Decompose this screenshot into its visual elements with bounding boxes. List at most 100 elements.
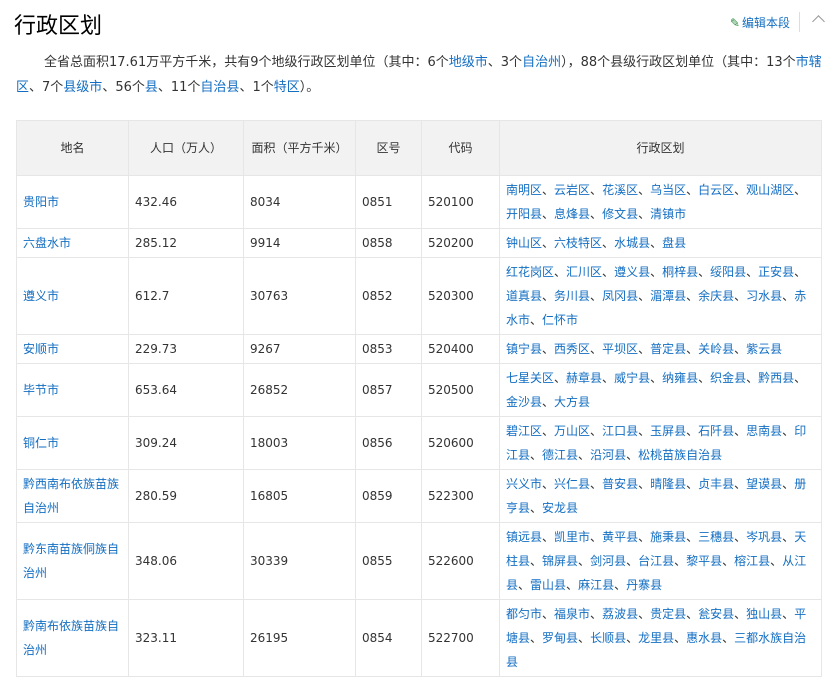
region-name-link[interactable]: 黔东南苗族侗族自治州 bbox=[23, 542, 119, 580]
division-link[interactable]: 兴义市 bbox=[506, 477, 542, 491]
division-link[interactable]: 安龙县 bbox=[542, 501, 578, 515]
region-name-link[interactable]: 黔西南布依族苗族自治州 bbox=[23, 477, 119, 515]
region-name-link[interactable]: 遵义市 bbox=[23, 289, 59, 303]
division-link[interactable]: 钟山区 bbox=[506, 236, 542, 250]
division-link[interactable]: 汇川区 bbox=[566, 265, 602, 279]
division-link[interactable]: 独山县 bbox=[746, 607, 782, 621]
division-link[interactable]: 七星关区 bbox=[506, 371, 554, 385]
division-link[interactable]: 麻江县 bbox=[578, 578, 614, 592]
division-link[interactable]: 剑河县 bbox=[590, 554, 626, 568]
division-link[interactable]: 福泉市 bbox=[554, 607, 590, 621]
division-link[interactable]: 盘县 bbox=[662, 236, 686, 250]
division-link[interactable]: 镇宁县 bbox=[506, 342, 542, 356]
link-special-district[interactable]: 特区 bbox=[274, 80, 300, 95]
division-link[interactable]: 台江县 bbox=[638, 554, 674, 568]
division-link[interactable]: 湄潭县 bbox=[650, 289, 686, 303]
collapse-chevron-up-icon[interactable] bbox=[812, 12, 826, 26]
division-link[interactable]: 贞丰县 bbox=[698, 477, 734, 491]
division-link[interactable]: 荔波县 bbox=[602, 607, 638, 621]
division-link[interactable]: 威宁县 bbox=[614, 371, 650, 385]
division-link[interactable]: 纳雍县 bbox=[662, 371, 698, 385]
division-link[interactable]: 丹寨县 bbox=[626, 578, 662, 592]
division-link[interactable]: 观山湖区 bbox=[746, 183, 794, 197]
division-link[interactable]: 锦屏县 bbox=[542, 554, 578, 568]
division-link[interactable]: 石阡县 bbox=[698, 424, 734, 438]
division-link[interactable]: 水城县 bbox=[614, 236, 650, 250]
division-link[interactable]: 绥阳县 bbox=[710, 265, 746, 279]
region-name-link[interactable]: 毕节市 bbox=[23, 383, 59, 397]
division-link[interactable]: 赫章县 bbox=[566, 371, 602, 385]
division-link[interactable]: 织金县 bbox=[710, 371, 746, 385]
division-link[interactable]: 岑巩县 bbox=[746, 530, 782, 544]
division-link[interactable]: 金沙县 bbox=[506, 395, 542, 409]
division-link[interactable]: 息烽县 bbox=[554, 207, 590, 221]
division-link[interactable]: 德江县 bbox=[542, 448, 578, 462]
division-link[interactable]: 西秀区 bbox=[554, 342, 590, 356]
division-link[interactable]: 务川县 bbox=[554, 289, 590, 303]
division-link[interactable]: 道真县 bbox=[506, 289, 542, 303]
division-link[interactable]: 清镇市 bbox=[650, 207, 686, 221]
edit-section-button[interactable]: ✎ 编辑本段 bbox=[730, 14, 790, 31]
division-link[interactable]: 沿河县 bbox=[590, 448, 626, 462]
division-link[interactable]: 仁怀市 bbox=[542, 313, 578, 327]
link-prefecture-city[interactable]: 地级市 bbox=[449, 55, 488, 70]
division-link[interactable]: 黎平县 bbox=[686, 554, 722, 568]
division-link[interactable]: 江口县 bbox=[602, 424, 638, 438]
division-link[interactable]: 白云区 bbox=[698, 183, 734, 197]
region-name-link[interactable]: 六盘水市 bbox=[23, 236, 71, 250]
division-link[interactable]: 晴隆县 bbox=[650, 477, 686, 491]
division-link[interactable]: 桐梓县 bbox=[662, 265, 698, 279]
link-county[interactable]: 县 bbox=[145, 80, 158, 95]
division-link[interactable]: 龙里县 bbox=[638, 631, 674, 645]
division-link[interactable]: 罗甸县 bbox=[542, 631, 578, 645]
division-link[interactable]: 南明区 bbox=[506, 183, 542, 197]
division-link[interactable]: 黔西县 bbox=[758, 371, 794, 385]
region-name-link[interactable]: 黔南布依族苗族自治州 bbox=[23, 619, 119, 657]
division-link[interactable]: 施秉县 bbox=[650, 530, 686, 544]
division-link[interactable]: 榕江县 bbox=[734, 554, 770, 568]
division-link[interactable]: 普定县 bbox=[650, 342, 686, 356]
division-link[interactable]: 紫云县 bbox=[746, 342, 782, 356]
region-name-link[interactable]: 安顺市 bbox=[23, 342, 59, 356]
division-link[interactable]: 思南县 bbox=[746, 424, 782, 438]
division-link[interactable]: 云岩区 bbox=[554, 183, 590, 197]
division-link[interactable]: 关岭县 bbox=[698, 342, 734, 356]
division-link[interactable]: 凤冈县 bbox=[602, 289, 638, 303]
division-link[interactable]: 平坝区 bbox=[602, 342, 638, 356]
division-link[interactable]: 望谟县 bbox=[746, 477, 782, 491]
division-link[interactable]: 遵义县 bbox=[614, 265, 650, 279]
division-link[interactable]: 瓮安县 bbox=[698, 607, 734, 621]
division-link[interactable]: 普安县 bbox=[602, 477, 638, 491]
division-link[interactable]: 红花岗区 bbox=[506, 265, 554, 279]
region-name-link[interactable]: 铜仁市 bbox=[23, 436, 59, 450]
division-link[interactable]: 花溪区 bbox=[602, 183, 638, 197]
division-link[interactable]: 三穗县 bbox=[698, 530, 734, 544]
division-link[interactable]: 惠水县 bbox=[686, 631, 722, 645]
division-link[interactable]: 长顺县 bbox=[590, 631, 626, 645]
division-link[interactable]: 正安县 bbox=[758, 265, 794, 279]
division-link[interactable]: 开阳县 bbox=[506, 207, 542, 221]
divisions-cell: 钟山区、六枝特区、水城县、盘县 bbox=[499, 228, 822, 258]
division-link[interactable]: 大方县 bbox=[554, 395, 590, 409]
division-link[interactable]: 余庆县 bbox=[698, 289, 734, 303]
division-link[interactable]: 雷山县 bbox=[530, 578, 566, 592]
separator: 、 bbox=[566, 578, 579, 592]
division-link[interactable]: 镇远县 bbox=[506, 530, 542, 544]
link-county-city[interactable]: 县级市 bbox=[63, 80, 102, 95]
division-link[interactable]: 万山区 bbox=[554, 424, 590, 438]
division-link[interactable]: 碧江区 bbox=[506, 424, 542, 438]
division-link[interactable]: 都匀市 bbox=[506, 607, 542, 621]
division-link[interactable]: 习水县 bbox=[746, 289, 782, 303]
region-name-link[interactable]: 贵阳市 bbox=[23, 195, 59, 209]
division-link[interactable]: 修文县 bbox=[602, 207, 638, 221]
division-link[interactable]: 黄平县 bbox=[602, 530, 638, 544]
division-link[interactable]: 玉屏县 bbox=[650, 424, 686, 438]
division-link[interactable]: 松桃苗族自治县 bbox=[638, 448, 722, 462]
division-link[interactable]: 乌当区 bbox=[650, 183, 686, 197]
division-link[interactable]: 六枝特区 bbox=[554, 236, 602, 250]
division-link[interactable]: 兴仁县 bbox=[554, 477, 590, 491]
division-link[interactable]: 贵定县 bbox=[650, 607, 686, 621]
link-autonomous-county[interactable]: 自治县 bbox=[200, 80, 239, 95]
division-link[interactable]: 凯里市 bbox=[554, 530, 590, 544]
link-autonomous-prefecture[interactable]: 自治州 bbox=[522, 55, 561, 70]
